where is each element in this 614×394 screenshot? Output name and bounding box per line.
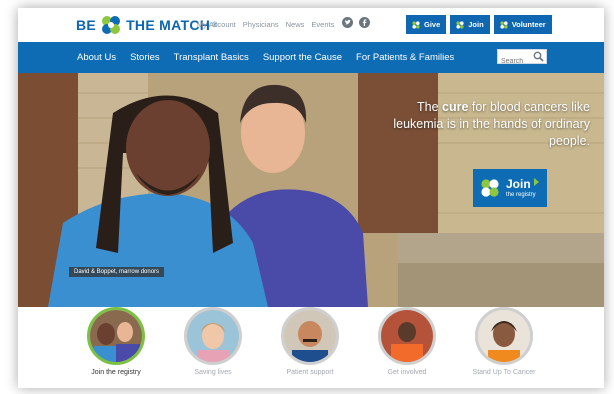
search-icon[interactable] — [533, 51, 544, 62]
main-nav: About Us Stories Transplant Basics Suppo… — [18, 42, 604, 73]
hero-tagline: The cure for blood cancers like leukemia… — [380, 99, 590, 150]
logo-mini-icon — [500, 20, 508, 29]
join-button[interactable]: Join — [450, 15, 490, 34]
search-input[interactable] — [498, 55, 535, 68]
nav-item-for-patients-families[interactable]: For Patients & Families — [356, 52, 454, 63]
thumb-image — [478, 310, 530, 362]
thumb-image — [90, 310, 142, 362]
events-link[interactable]: Events — [311, 20, 334, 29]
social-links — [342, 17, 370, 28]
carousel-thumb — [475, 307, 533, 365]
feature-carousel: Join the registry Saving lives Patient s… — [18, 307, 604, 388]
logo-mark-icon — [481, 179, 499, 197]
hero-banner: The cure for blood cancers like leukemia… — [18, 73, 604, 307]
chevron-right-icon — [534, 178, 539, 186]
physicians-link[interactable]: Physicians — [243, 20, 279, 29]
give-label: Give — [424, 20, 441, 29]
top-bar: BE THE MATCH ® My Account Physicians New… — [18, 8, 604, 42]
join-registry-cta-button[interactable]: Join the registry — [473, 169, 547, 207]
join-cta-title: Join — [506, 177, 531, 191]
search-box — [497, 49, 547, 68]
logo-be-text: BE — [76, 17, 97, 33]
carousel-label: Get involved — [387, 369, 427, 376]
nav-item-stories[interactable]: Stories — [130, 52, 160, 63]
logo-mini-icon — [412, 20, 420, 29]
facebook-icon[interactable] — [359, 17, 370, 28]
carousel-label: Patient support — [286, 369, 334, 376]
carousel-item-patient-support[interactable]: Patient support — [265, 307, 355, 376]
volunteer-button[interactable]: Volunteer — [493, 15, 552, 34]
header-action-buttons: Give Join Volunteer — [406, 15, 552, 34]
tagline-pre: The — [416, 100, 442, 114]
news-link[interactable]: News — [286, 20, 305, 29]
carousel-thumb — [378, 307, 436, 365]
carousel-label: Join the registry — [91, 369, 141, 376]
join-cta-text: Join the registry — [506, 178, 536, 198]
join-cta-subtitle: the registry — [506, 192, 536, 198]
nav-links: About Us Stories Transplant Basics Suppo… — [77, 42, 468, 73]
give-button[interactable]: Give — [406, 15, 447, 34]
my-account-link[interactable]: My Account — [197, 20, 236, 29]
thumb-image — [381, 310, 433, 362]
logo-mini-icon — [456, 20, 464, 29]
volunteer-label: Volunteer — [511, 20, 546, 29]
twitter-icon[interactable] — [342, 17, 353, 28]
carousel-item-get-involved[interactable]: Get involved — [362, 307, 452, 376]
carousel-item-saving-lives[interactable]: Saving lives — [168, 307, 258, 376]
nav-item-transplant-basics[interactable]: Transplant Basics — [174, 52, 249, 63]
join-label: Join — [468, 20, 484, 29]
photo-caption: David & Boppet, marrow donors — [69, 267, 165, 277]
carousel-item-stand-up-to-cancer[interactable]: Stand Up To Cancer — [459, 307, 549, 376]
carousel-thumb — [281, 307, 339, 365]
carousel-label: Saving lives — [194, 369, 232, 376]
browser-frame: BE THE MATCH ® My Account Physicians New… — [18, 8, 604, 388]
tagline-bold: cure — [442, 100, 469, 114]
thumb-image — [187, 310, 239, 362]
carousel-thumb — [184, 307, 242, 365]
utility-links: My Account Physicians News Events — [197, 20, 334, 29]
carousel-label: Stand Up To Cancer — [472, 369, 536, 376]
nav-item-support-the-cause[interactable]: Support the Cause — [263, 52, 342, 63]
logo-mark-icon — [102, 16, 121, 34]
carousel-item-join-registry[interactable]: Join the registry — [71, 307, 161, 376]
nav-item-about-us[interactable]: About Us — [77, 52, 116, 63]
carousel-thumb — [87, 307, 145, 365]
thumb-image — [284, 310, 336, 362]
